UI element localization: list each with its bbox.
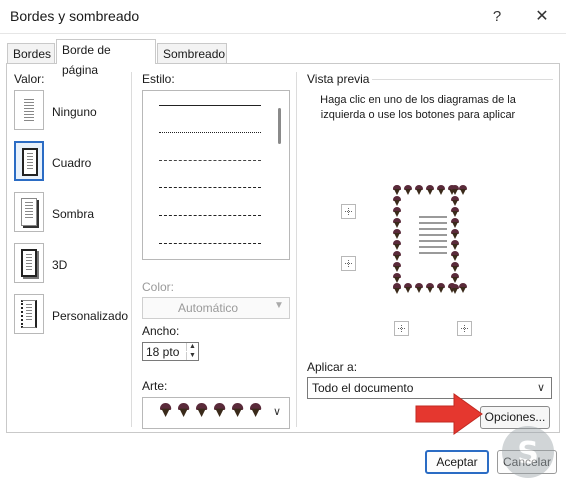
ice-cream-cone-icon xyxy=(393,251,401,261)
ice-cream-cone-icon xyxy=(415,283,423,293)
ice-cream-cone-icon xyxy=(160,403,172,417)
ice-cream-cone-icon xyxy=(415,185,423,195)
top-border-button[interactable] xyxy=(341,204,356,219)
ice-cream-cone-icon xyxy=(459,283,467,293)
ice-cream-cone-icon xyxy=(393,229,401,239)
ice-cream-cone-icon xyxy=(426,185,434,195)
page-3d-icon xyxy=(21,249,37,277)
style-dash-dot-dot-line[interactable] xyxy=(159,243,261,244)
svg-text:S: S xyxy=(517,436,539,471)
color-value: Automático xyxy=(178,301,239,315)
style-dash-dot-line[interactable] xyxy=(159,215,261,216)
ice-cream-cone-icon xyxy=(451,251,459,261)
tab-borde-de-pagina[interactable]: Borde de página xyxy=(56,39,156,77)
style-scrollbar[interactable] xyxy=(278,108,281,144)
ice-cream-cone-icon xyxy=(393,185,401,195)
ice-cream-cone-icon xyxy=(451,218,459,228)
setting-3d-button[interactable] xyxy=(14,243,44,283)
ice-cream-cone-icon xyxy=(451,240,459,250)
ice-cream-cone-icon xyxy=(196,403,208,417)
setting-box-button[interactable] xyxy=(14,141,44,181)
ice-cream-cone-icon xyxy=(404,283,412,293)
ice-cream-cone-icon xyxy=(451,196,459,206)
setting-custom-button[interactable] xyxy=(14,294,44,334)
dialog-title: Bordes y sombreado xyxy=(10,8,140,24)
setting-custom-label: Personalizado xyxy=(52,309,129,323)
ice-cream-cone-icon xyxy=(250,403,262,417)
preview-text-lines xyxy=(419,216,447,258)
ice-cream-cone-icon xyxy=(437,283,445,293)
bottom-border-button[interactable] xyxy=(341,256,356,271)
color-label: Color: xyxy=(142,280,175,294)
preview-label: Vista previa xyxy=(307,72,370,86)
setting-3d-label: 3D xyxy=(52,258,68,272)
ok-button[interactable]: Aceptar xyxy=(425,450,489,474)
right-border-button[interactable] xyxy=(457,321,472,336)
ice-cream-cone-icon xyxy=(404,185,412,195)
setting-shadow-button[interactable] xyxy=(14,192,44,232)
style-dotted-line[interactable] xyxy=(159,132,261,133)
setting-shadow-label: Sombra xyxy=(52,207,95,221)
preview-divider xyxy=(372,79,553,80)
page-box-icon xyxy=(22,148,38,176)
style-dashed-line[interactable] xyxy=(159,187,261,188)
ice-cream-cone-icon xyxy=(451,207,459,217)
ice-cream-cone-icon xyxy=(178,403,190,417)
ice-cream-cone-icon xyxy=(393,273,401,283)
ice-cream-cone-icon xyxy=(214,403,226,417)
ice-cream-cone-icon xyxy=(451,229,459,239)
art-preview xyxy=(160,401,270,427)
preview-instructions: Haga clic en uno de los diagramas de la … xyxy=(320,94,516,121)
ice-cream-cone-icon xyxy=(459,185,467,195)
ice-cream-cone-icon xyxy=(393,207,401,217)
setting-box-label: Cuadro xyxy=(52,156,92,170)
ice-cream-cone-icon xyxy=(393,196,401,206)
chevron-down-icon[interactable]: ∨ xyxy=(537,381,545,394)
ice-cream-cone-icon xyxy=(451,262,459,272)
ice-cream-cone-icon xyxy=(393,262,401,272)
style-fine-dashed-line[interactable] xyxy=(159,160,261,161)
ice-cream-cone-icon xyxy=(393,218,401,228)
ice-cream-cone-icon xyxy=(393,240,401,250)
page-none-icon xyxy=(21,96,37,124)
settings-label: Valor: xyxy=(14,72,45,86)
watermark-logo-icon: S xyxy=(502,426,554,478)
page-shadow-icon xyxy=(21,198,37,226)
art-label: Arte: xyxy=(142,379,168,393)
ice-cream-cone-icon xyxy=(451,284,459,294)
ice-cream-cone-icon xyxy=(451,273,459,283)
tab-bordes[interactable]: Bordes xyxy=(7,43,55,63)
setting-none-label: Ninguno xyxy=(52,105,97,119)
chevron-down-icon: ▼ xyxy=(274,300,284,311)
ice-cream-cone-icon xyxy=(426,283,434,293)
tab-sombreado[interactable]: Sombreado xyxy=(157,43,227,63)
apply-to-value[interactable]: Todo el documento xyxy=(312,381,413,395)
spin-down-icon[interactable]: ▼ xyxy=(186,352,198,360)
apply-to-label: Aplicar a: xyxy=(307,360,358,374)
close-icon[interactable]: ✕ xyxy=(530,6,554,28)
style-label: Estilo: xyxy=(142,72,175,86)
red-arrow-icon xyxy=(415,393,483,435)
help-icon[interactable]: ? xyxy=(487,7,507,27)
ice-cream-cone-icon xyxy=(232,403,244,417)
left-border-button[interactable] xyxy=(394,321,409,336)
column-divider xyxy=(296,72,297,427)
ice-cream-cone-icon xyxy=(437,185,445,195)
style-listbox[interactable] xyxy=(142,90,290,260)
ice-cream-cone-icon xyxy=(393,284,401,294)
style-solid-line[interactable] xyxy=(159,105,261,106)
setting-none-button[interactable] xyxy=(14,90,44,130)
page-custom-icon xyxy=(21,300,37,328)
column-divider xyxy=(131,72,132,427)
ice-cream-cone-icon xyxy=(451,185,459,195)
width-value[interactable]: 18 pto xyxy=(146,345,179,359)
width-label: Ancho: xyxy=(142,324,180,338)
spin-up-icon[interactable]: ▲ xyxy=(186,343,198,351)
chevron-down-icon[interactable]: ∨ xyxy=(273,405,281,418)
